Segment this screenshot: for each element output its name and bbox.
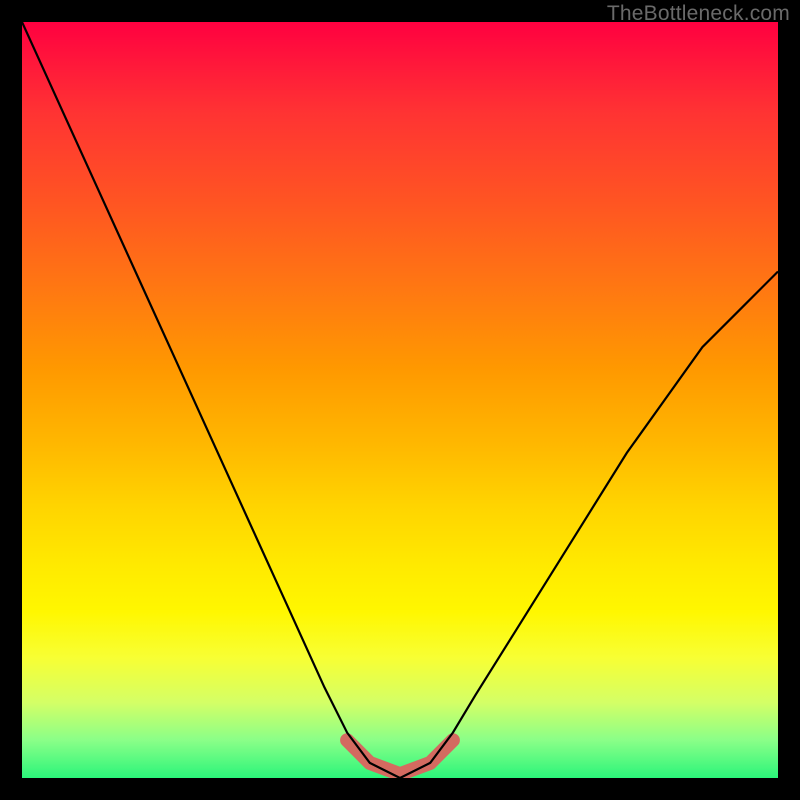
optimal-range-highlight xyxy=(347,740,453,774)
chart-svg xyxy=(22,22,778,778)
plot-area xyxy=(22,22,778,778)
watermark-text: TheBottleneck.com xyxy=(607,2,790,26)
bottleneck-curve xyxy=(22,22,778,778)
chart-stage: TheBottleneck.com xyxy=(0,0,800,800)
